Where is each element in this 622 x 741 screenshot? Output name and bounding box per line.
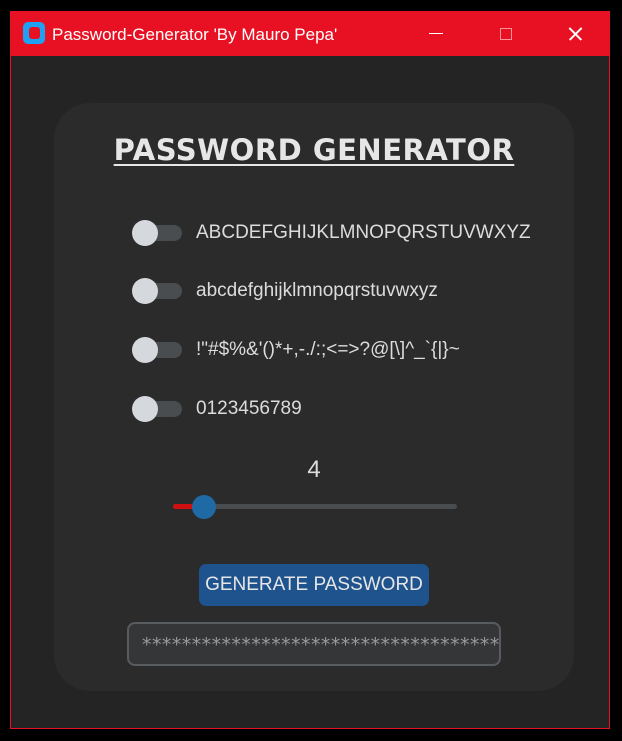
window-title: Password-Generator 'By Mauro Pepa' (52, 25, 338, 44)
password-output-field[interactable]: ************************************** (127, 622, 501, 666)
slider-thumb[interactable] (192, 495, 216, 519)
generator-card: PASSWORD GENERATOR ABCDEFGHIJKLMNOPQRSTU… (54, 103, 574, 691)
digits-toggle[interactable] (132, 394, 182, 424)
toggle-knob (132, 278, 158, 304)
toggle-knob (132, 220, 158, 246)
lowercase-label: abcdefghijklmnopqrstuvwxyz (196, 280, 438, 301)
digits-label: 0123456789 (196, 398, 302, 419)
uppercase-label: ABCDEFGHIJKLMNOPQRSTUVWXYZ (196, 222, 531, 243)
app-icon (23, 22, 45, 44)
title-bar[interactable]: Password-Generator 'By Mauro Pepa' (11, 12, 609, 56)
toggle-knob (132, 337, 158, 363)
symbols-label: !"#$%&'()*+,-./:;<=>?@[\]^_`{|}~ (196, 339, 460, 360)
close-icon[interactable] (552, 12, 598, 56)
length-value: 4 (307, 456, 321, 483)
uppercase-toggle[interactable] (132, 218, 182, 248)
symbols-toggle[interactable] (132, 335, 182, 365)
generate-password-button[interactable]: GENERATE PASSWORD (199, 564, 429, 606)
maximize-icon[interactable] (482, 12, 528, 56)
toggle-knob (132, 396, 158, 422)
length-slider[interactable] (173, 492, 457, 522)
page-title: PASSWORD GENERATOR (113, 133, 515, 167)
lowercase-toggle[interactable] (132, 276, 182, 306)
app-window: Password-Generator 'By Mauro Pepa' PASSW… (10, 11, 610, 729)
minimize-icon[interactable] (412, 12, 458, 56)
